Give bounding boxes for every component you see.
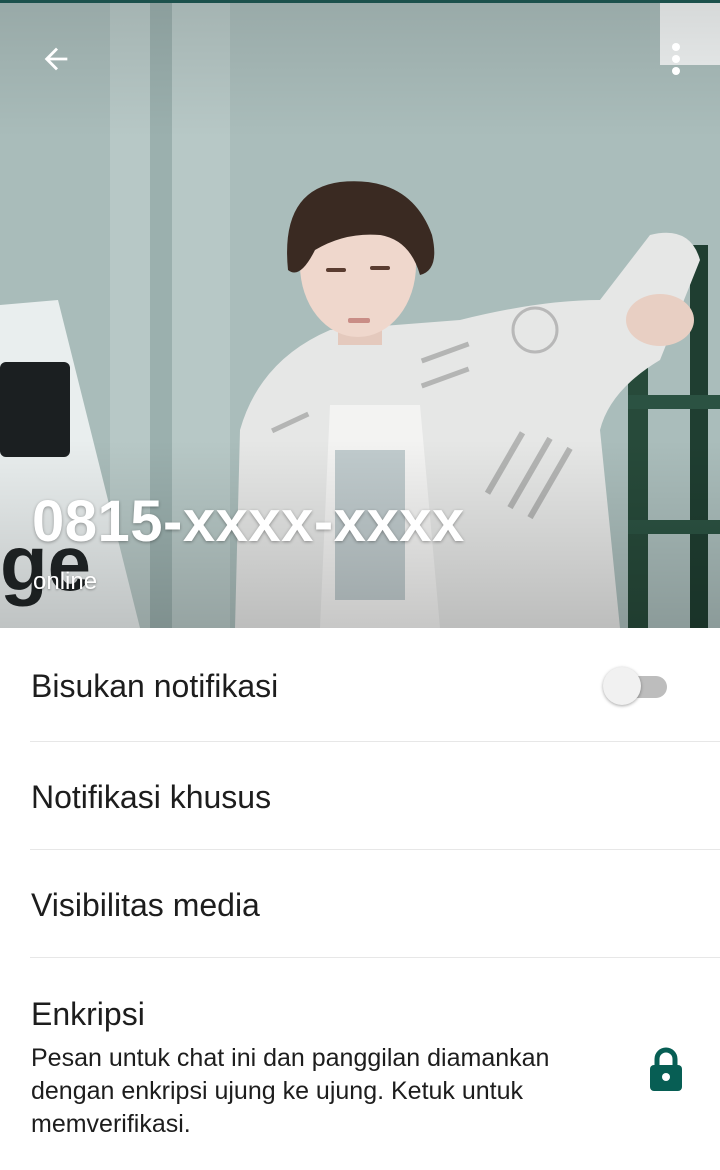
more-options-button[interactable] bbox=[652, 34, 700, 84]
profile-photo-header[interactable]: ge 0815-xxxx-xxxx online bbox=[0, 0, 720, 628]
more-vert-icon bbox=[672, 43, 680, 75]
media-visibility-label: Visibilitas media bbox=[31, 887, 260, 923]
mute-notifications-label: Bisukan notifikasi bbox=[31, 668, 279, 704]
encryption-label: Enkripsi bbox=[31, 996, 145, 1032]
mute-notifications-row[interactable]: Bisukan notifikasi bbox=[0, 628, 720, 742]
contact-info-screen: ge 0815-xxxx-xxxx online Bisukan notifik… bbox=[0, 0, 720, 1170]
status-bar-accent bbox=[0, 0, 720, 3]
custom-notifications-row[interactable]: Notifikasi khusus bbox=[0, 742, 720, 850]
custom-notifications-label: Notifikasi khusus bbox=[31, 779, 272, 815]
lock-icon bbox=[650, 1047, 682, 1091]
encryption-description: Pesan untuk chat ini dan panggilan diama… bbox=[31, 1044, 550, 1138]
media-visibility-row[interactable]: Visibilitas media bbox=[0, 850, 720, 958]
mute-notifications-toggle[interactable] bbox=[603, 666, 669, 706]
contact-status: online bbox=[33, 568, 98, 595]
arrow-left-icon bbox=[44, 47, 68, 71]
back-button[interactable] bbox=[28, 34, 84, 84]
toggle-thumb bbox=[603, 667, 641, 705]
encryption-row[interactable]: Enkripsi Pesan untuk chat ini dan panggi… bbox=[0, 958, 720, 1170]
contact-name: 0815-xxxx-xxxx bbox=[32, 489, 465, 554]
contact-settings-list: Bisukan notifikasi Notifikasi khusus Vis… bbox=[0, 628, 720, 1170]
